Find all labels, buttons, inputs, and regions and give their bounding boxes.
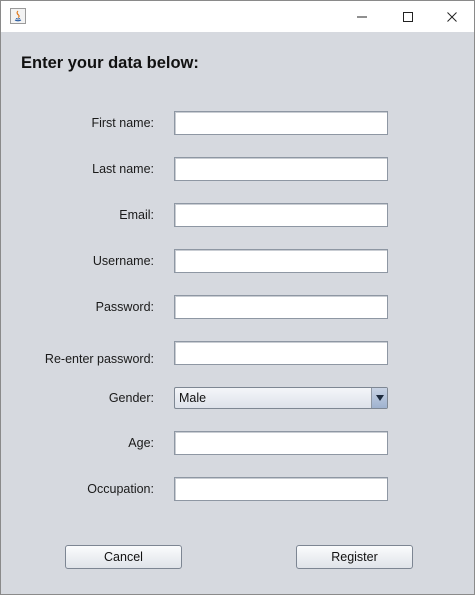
maximize-button[interactable]: [385, 1, 431, 32]
email-field[interactable]: [174, 203, 388, 227]
form-panel: Enter your data below: First name: Last …: [1, 32, 474, 594]
title-bar: [1, 1, 474, 32]
minimize-icon: [357, 16, 367, 17]
email-label: Email:: [119, 208, 154, 222]
java-app-icon[interactable]: [10, 8, 26, 24]
occupation-label: Occupation:: [87, 482, 154, 496]
password-field[interactable]: [174, 295, 388, 319]
password-label: Password:: [95, 300, 154, 314]
reenter-password-label: Re-enter password:: [44, 352, 154, 366]
close-icon: [447, 11, 457, 22]
occupation-field[interactable]: [174, 477, 388, 501]
register-button[interactable]: Register: [296, 545, 413, 569]
dropdown-arrow-button[interactable]: [371, 388, 387, 408]
gender-selected-value: Male: [179, 391, 207, 405]
cancel-button[interactable]: Cancel: [65, 545, 182, 569]
reenter-password-field[interactable]: [174, 341, 388, 365]
maximize-icon: [403, 11, 413, 22]
username-label: Username:: [92, 254, 154, 268]
gender-select[interactable]: Male: [174, 387, 388, 409]
age-label: Age:: [128, 436, 154, 450]
gender-label: Gender:: [108, 391, 154, 405]
first-name-field[interactable]: [174, 111, 388, 135]
close-button[interactable]: [429, 1, 475, 32]
last-name-field[interactable]: [174, 157, 388, 181]
app-window: Enter your data below: First name: Last …: [0, 0, 475, 595]
last-name-label: Last name:: [92, 162, 154, 176]
username-field[interactable]: [174, 249, 388, 273]
chevron-down-icon: [375, 395, 384, 401]
age-field[interactable]: [174, 431, 388, 455]
form-heading: Enter your data below:: [21, 54, 199, 72]
minimize-button[interactable]: [339, 1, 385, 32]
first-name-label: First name:: [91, 116, 154, 130]
